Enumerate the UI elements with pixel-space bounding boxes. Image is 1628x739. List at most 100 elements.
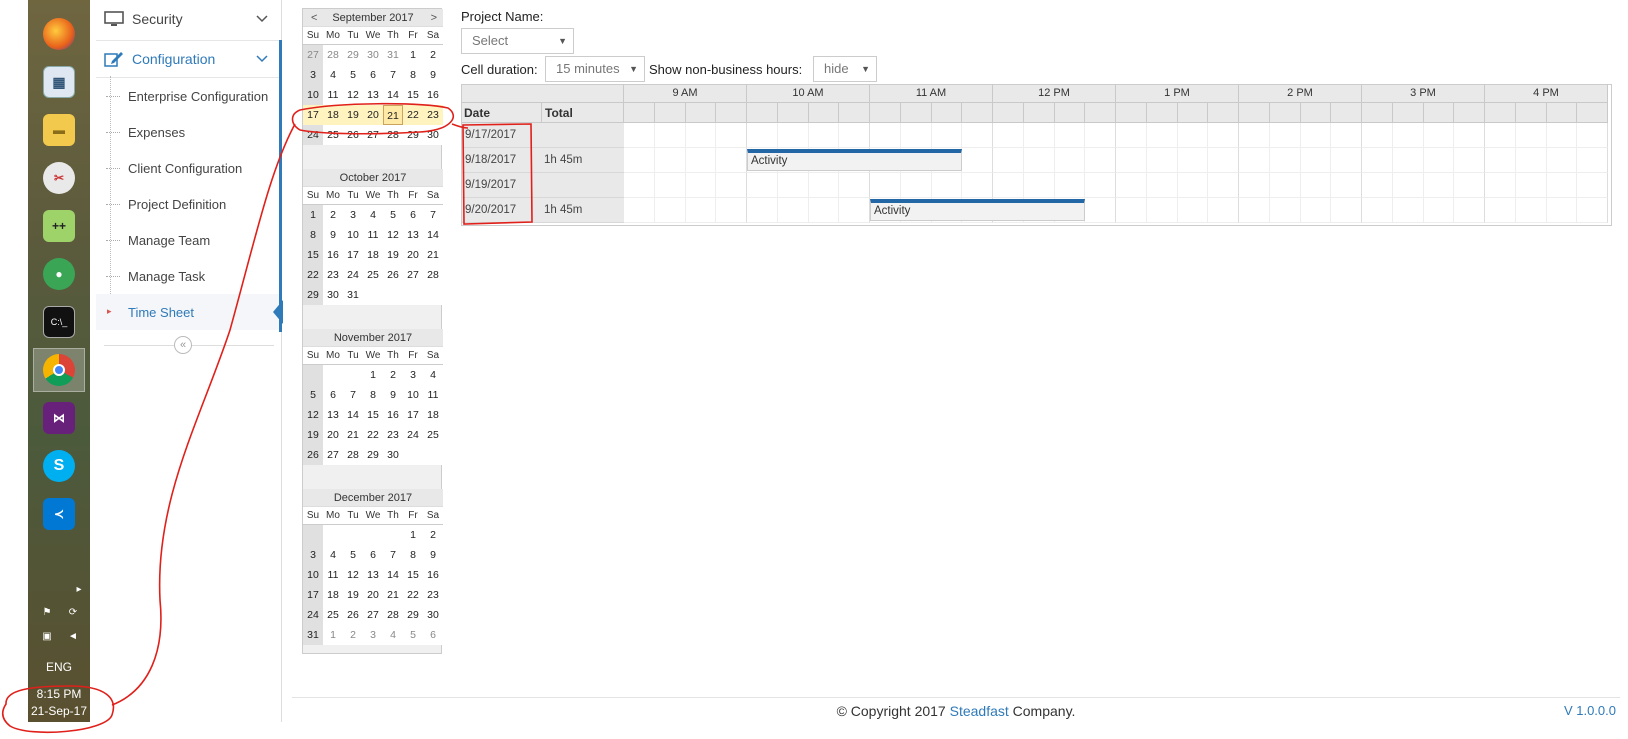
- calendar-day[interactable]: 24: [403, 425, 423, 445]
- calendar-day[interactable]: 27: [323, 445, 343, 465]
- time-slot-cell[interactable]: [1423, 148, 1455, 173]
- calendar-day[interactable]: 20: [363, 585, 383, 605]
- time-slot-cell[interactable]: [1085, 198, 1116, 223]
- calendar-day[interactable]: 17: [403, 405, 423, 425]
- time-slot-cell[interactable]: [1454, 198, 1485, 223]
- time-slot-cell[interactable]: [1423, 173, 1455, 198]
- time-slot-cell[interactable]: [1239, 198, 1270, 223]
- sidebar-item-configuration[interactable]: Configuration: [96, 40, 282, 78]
- calendar-day[interactable]: 13: [323, 405, 343, 425]
- time-slot-cell[interactable]: [1177, 198, 1209, 223]
- calendar-day[interactable]: 21: [383, 105, 403, 125]
- time-slot-cell[interactable]: [1485, 148, 1516, 173]
- calendar-day[interactable]: 4: [323, 65, 343, 85]
- calendar-day[interactable]: 13: [403, 225, 423, 245]
- calendar-day[interactable]: 22: [403, 585, 423, 605]
- calendar-day[interactable]: 30: [323, 285, 343, 305]
- calculator-icon[interactable]: ▦: [33, 60, 85, 104]
- calendar-day[interactable]: 2: [323, 205, 343, 225]
- calendar-day[interactable]: 12: [303, 405, 323, 425]
- time-slot-cell[interactable]: [654, 148, 686, 173]
- time-slot-cell[interactable]: [839, 198, 870, 223]
- time-slot-cell[interactable]: [1454, 123, 1485, 148]
- time-slot-cell[interactable]: [1054, 173, 1086, 198]
- time-slot-cell[interactable]: [1546, 148, 1578, 173]
- time-slot-cell[interactable]: [1300, 173, 1332, 198]
- time-slot-cell[interactable]: [1577, 148, 1608, 173]
- time-slot-cell[interactable]: [1208, 198, 1239, 223]
- calendar-day[interactable]: 20: [323, 425, 343, 445]
- sidebar-item-enterprise-configuration[interactable]: Enterprise Configuration: [96, 78, 282, 114]
- time-slot-cell[interactable]: [1577, 198, 1608, 223]
- calendar-day[interactable]: 15: [403, 565, 423, 585]
- calendar-day[interactable]: 10: [303, 565, 323, 585]
- calendar-day[interactable]: 26: [303, 445, 323, 465]
- calendar-day[interactable]: 17: [303, 585, 323, 605]
- calendar-day[interactable]: 14: [383, 85, 403, 105]
- time-slot-cell[interactable]: [624, 123, 655, 148]
- time-slot-cell[interactable]: [747, 173, 778, 198]
- time-slot-cell[interactable]: [1116, 123, 1147, 148]
- calendar-day[interactable]: 14: [383, 565, 403, 585]
- firefox-icon[interactable]: [33, 12, 85, 56]
- calendar-day[interactable]: 3: [403, 365, 423, 385]
- calendar-day[interactable]: 10: [403, 385, 423, 405]
- time-slot-cell[interactable]: [1362, 123, 1393, 148]
- sidebar-item-security[interactable]: Security: [96, 0, 282, 38]
- calendar-day[interactable]: 27: [363, 125, 383, 145]
- time-slot-cell[interactable]: [1208, 148, 1239, 173]
- time-slot-cell[interactable]: [870, 123, 901, 148]
- calendar-day[interactable]: 16: [423, 565, 443, 585]
- time-slot-cell[interactable]: [1269, 173, 1301, 198]
- calendar-day[interactable]: 25: [323, 605, 343, 625]
- calendar-day[interactable]: 29: [343, 45, 363, 65]
- collapse-sidebar-icon[interactable]: «: [174, 336, 192, 354]
- time-slot-cell[interactable]: [685, 148, 717, 173]
- project-name-select[interactable]: Select ▼: [461, 28, 574, 54]
- notepad-plus-plus-icon[interactable]: ++: [33, 204, 85, 248]
- calendar-day[interactable]: 2: [383, 365, 403, 385]
- calendar-day[interactable]: 5: [383, 205, 403, 225]
- calendar-day[interactable]: 24: [303, 125, 323, 145]
- company-link[interactable]: Steadfast: [950, 703, 1009, 719]
- time-slot-cell[interactable]: [1485, 198, 1516, 223]
- time-slot-cell[interactable]: [624, 198, 655, 223]
- time-slot-cell[interactable]: [777, 123, 809, 148]
- calendar-day[interactable]: 4: [363, 205, 383, 225]
- calendar-day[interactable]: 10: [303, 85, 323, 105]
- time-slot-cell[interactable]: [747, 123, 778, 148]
- calendar-day[interactable]: 31: [303, 625, 323, 645]
- time-slot-cell[interactable]: [993, 123, 1024, 148]
- file-explorer-icon[interactable]: ▬: [33, 108, 85, 152]
- calendar-day[interactable]: 29: [363, 445, 383, 465]
- vscode-icon[interactable]: ≺: [33, 492, 85, 536]
- time-slot-cell[interactable]: [1392, 148, 1424, 173]
- time-slot-cell[interactable]: [808, 198, 840, 223]
- language-indicator[interactable]: ENG: [28, 660, 90, 674]
- calendar-day[interactable]: 28: [383, 605, 403, 625]
- time-slot-cell[interactable]: [1208, 123, 1239, 148]
- time-slot-cell[interactable]: [1116, 198, 1147, 223]
- time-slot-cell[interactable]: [716, 198, 747, 223]
- calendar-day[interactable]: 12: [343, 85, 363, 105]
- time-slot-cell[interactable]: [1454, 148, 1485, 173]
- calendar-day[interactable]: 6: [363, 65, 383, 85]
- time-slot-cell[interactable]: [1546, 173, 1578, 198]
- cell-duration-select[interactable]: 15 minutes ▼: [545, 56, 645, 82]
- calendar-day[interactable]: 18: [423, 405, 443, 425]
- time-slot-cell[interactable]: [1423, 198, 1455, 223]
- time-slot-cell[interactable]: [839, 123, 870, 148]
- time-slot-cell[interactable]: [962, 173, 993, 198]
- time-slot-cell[interactable]: [1331, 123, 1362, 148]
- calendar-day[interactable]: 11: [423, 385, 443, 405]
- time-slot-cell[interactable]: [1177, 148, 1209, 173]
- time-slot-cell[interactable]: [685, 173, 717, 198]
- calendar-day[interactable]: 7: [423, 205, 443, 225]
- time-slot-cell[interactable]: [1392, 198, 1424, 223]
- calendar-day[interactable]: 8: [303, 225, 323, 245]
- calendar-day[interactable]: 30: [423, 605, 443, 625]
- calendar-day[interactable]: 7: [383, 65, 403, 85]
- calendar-day[interactable]: 29: [303, 285, 323, 305]
- calendar-day[interactable]: 13: [363, 85, 383, 105]
- calendar-day[interactable]: 18: [323, 585, 343, 605]
